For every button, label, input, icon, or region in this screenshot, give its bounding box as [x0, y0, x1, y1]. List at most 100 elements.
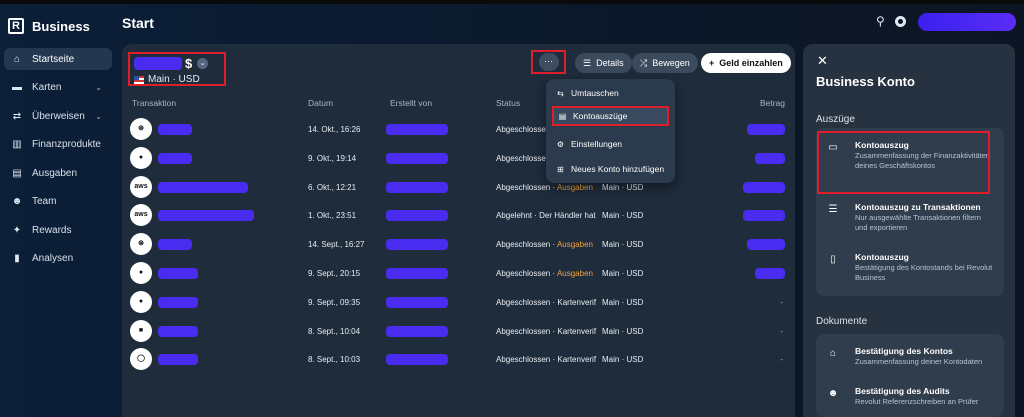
deposit-button[interactable]: + Geld einzahlen [701, 53, 791, 73]
creator-redacted [386, 181, 448, 193]
details-button[interactable]: ☰ Details [575, 53, 632, 73]
section-statements: Auszüge [816, 114, 855, 125]
sidebar-item-label: Finanzprodukte [32, 139, 101, 150]
col-status: Status [496, 98, 521, 108]
user-profile-redacted[interactable] [918, 13, 1016, 31]
creator-redacted [386, 354, 448, 366]
row-date: 9. Okt., 19:14 [308, 153, 357, 163]
github-icon: ● [130, 261, 152, 284]
aws-icon: aws [130, 204, 152, 227]
close-icon[interactable]: ✕ [817, 53, 828, 69]
move-label: Bewegen [652, 58, 690, 68]
table-row[interactable]: ■ 8. Sept., 10:04 Abgeschlossen · Kartenve… [122, 318, 795, 347]
menu-item-kontoauszuege[interactable]: ▤ Kontoauszüge [552, 106, 669, 126]
openai-icon: ⊛ [130, 233, 152, 256]
sidebar-item-karten[interactable]: ▬ Karten ⌄ [4, 77, 112, 99]
details-label: Details [596, 58, 624, 68]
menu-item-umtauschen[interactable]: ⇆ Umtauschen [552, 83, 669, 103]
option-title: Kontoauszug [855, 252, 909, 262]
sidebar-item-finanzprodukte[interactable]: ▥ Finanzprodukte [4, 134, 112, 156]
amount-redacted [747, 124, 785, 135]
row-account: Main · USD [602, 211, 644, 221]
brand[interactable]: R Business [8, 18, 90, 34]
merchant-name-redacted [158, 181, 248, 193]
creator-redacted [386, 296, 448, 308]
account-balance: $ ⌄ [134, 56, 209, 71]
filter-list-icon: ☰ [828, 204, 838, 215]
row-date: 8. Sept., 10:03 [308, 355, 361, 365]
row-status: Abgeschlossen · Ausgaben [496, 183, 600, 192]
merchant-name-redacted [158, 210, 254, 222]
chevron-down-icon[interactable]: ⌄ [197, 58, 209, 69]
document-option-audit[interactable]: ☻ Bestätigung des Audits Revolut Referen… [816, 384, 1004, 414]
menu-item-neues-konto[interactable]: ⊞ Neues Konto hinzufügen [552, 159, 669, 179]
sidebar-item-team[interactable]: ☻ Team [4, 191, 112, 213]
more-menu: ⇆ Umtauschen ▤ Kontoauszüge ⚙ Einstellun… [546, 79, 675, 183]
status-warning: Ausgaben [556, 268, 593, 278]
team-icon: ☻ [11, 196, 23, 207]
statement-option-transaktionen[interactable]: ☰ Kontoauszug zu Transaktionen Nur ausge… [816, 200, 1004, 236]
sidebar-item-rewards[interactable]: ✦ Rewards [4, 219, 112, 241]
row-date: 1. Okt., 23:51 [308, 211, 357, 221]
table-row[interactable]: ◯ 8. Sept., 10:03 Abgeschlossen · Kartenve… [122, 346, 795, 375]
top-strip [0, 0, 1024, 4]
option-desc: Revolut Referenzschreiben an Prüfer [855, 397, 979, 406]
merchant-name-redacted [158, 267, 198, 279]
col-date: Datum [308, 98, 334, 108]
amount-redacted [743, 210, 785, 222]
list-icon: ☰ [583, 57, 592, 68]
sidebar: R Business ⌂ Startseite ▬ Karten ⌄ ⇄ Übe… [0, 4, 116, 417]
merchant-name-redacted [158, 152, 192, 164]
sidebar-item-analysen[interactable]: ▮ Analysen [4, 248, 112, 270]
header-icons: ⚲ [876, 14, 906, 28]
circle-logo-icon: ◯ [130, 348, 152, 371]
menu-item-label: Kontoauszüge [573, 111, 628, 121]
row-date: 14. Okt., 16:26 [308, 125, 361, 134]
chevron-down-icon: ⌄ [95, 111, 102, 121]
gear-icon[interactable] [894, 15, 906, 27]
row-status: Abgeschlossen · Kartenverif [496, 355, 600, 364]
sidebar-item-label: Überweisen [32, 110, 85, 122]
more-button[interactable]: ··· [538, 53, 559, 71]
panel-title: Business Konto [816, 74, 915, 89]
statement-option-kontostand[interactable]: ▯ Kontoauszug Bestätigung des Kontostand… [816, 250, 1004, 286]
table-row[interactable]: ⊛ 14. Okt., 16:26 Abgeschlossen [122, 116, 795, 145]
menu-item-einstellungen[interactable]: ⚙ Einstellungen [552, 134, 669, 154]
bank-logo-icon: ■ [130, 319, 152, 342]
creator-redacted [386, 267, 448, 279]
rewards-icon: ✦ [12, 224, 22, 236]
people-icon: ☻ [827, 388, 839, 399]
table-row[interactable]: ⊛ 14. Sept., 16:27 Abgeschlossen · Ausgabe… [122, 231, 795, 260]
transfer-icon: ⇄ [12, 110, 22, 122]
search-icon[interactable]: ⚲ [876, 14, 885, 28]
aws-icon: aws [130, 175, 152, 198]
amount-empty: - [780, 297, 783, 307]
table-row[interactable]: ● 9. Sept., 09:35 Abgeschlossen · Kartenve… [122, 289, 795, 318]
row-date: 9. Sept., 20:15 [308, 268, 361, 278]
row-date: 8. Sept., 10:04 [308, 326, 361, 336]
amount-redacted [743, 181, 785, 193]
sidebar-item-label: Rewards [32, 224, 72, 236]
creator-redacted [386, 239, 448, 251]
sidebar-item-ueberweisen[interactable]: ⇄ Überweisen ⌄ [4, 105, 112, 127]
menu-item-label: Einstellungen [571, 139, 623, 149]
document-option-konto[interactable]: ⌂ Bestätigung des Kontos Zusammenfassung… [816, 344, 1004, 374]
menu-item-label: Umtauschen [571, 88, 619, 98]
col-created-by: Erstellt von [390, 98, 433, 108]
creator-redacted [386, 124, 448, 135]
table-row[interactable]: aws 1. Okt., 23:51 Abgelehnt · Der Händler… [122, 202, 795, 231]
row-account: Main · USD [602, 182, 644, 192]
sidebar-item-ausgaben[interactable]: ▤ Ausgaben [4, 162, 112, 184]
amount-redacted [755, 267, 785, 279]
row-account: Main · USD [602, 355, 644, 365]
table-row[interactable]: ● 9. Sept., 20:15 Abgeschlossen · Ausgaben… [122, 260, 795, 289]
col-transaction: Transaktion [132, 98, 177, 108]
move-button[interactable]: ⤮ Bewegen [632, 53, 698, 73]
table-row[interactable]: aws 6. Okt., 12:21 Abgeschlossen · Ausgabe… [122, 174, 795, 203]
sidebar-item-startseite[interactable]: ⌂ Startseite [4, 48, 112, 70]
row-account: Main · USD [602, 297, 644, 307]
analytics-icon: ▮ [14, 253, 20, 264]
table-row[interactable]: ● 9. Okt., 19:14 Abgeschlossen [122, 145, 795, 174]
account-selector-highlight[interactable]: $ ⌄ Main · USD [128, 52, 226, 86]
table-header: Transaktion Datum Erstellt von Status Be… [122, 96, 795, 110]
